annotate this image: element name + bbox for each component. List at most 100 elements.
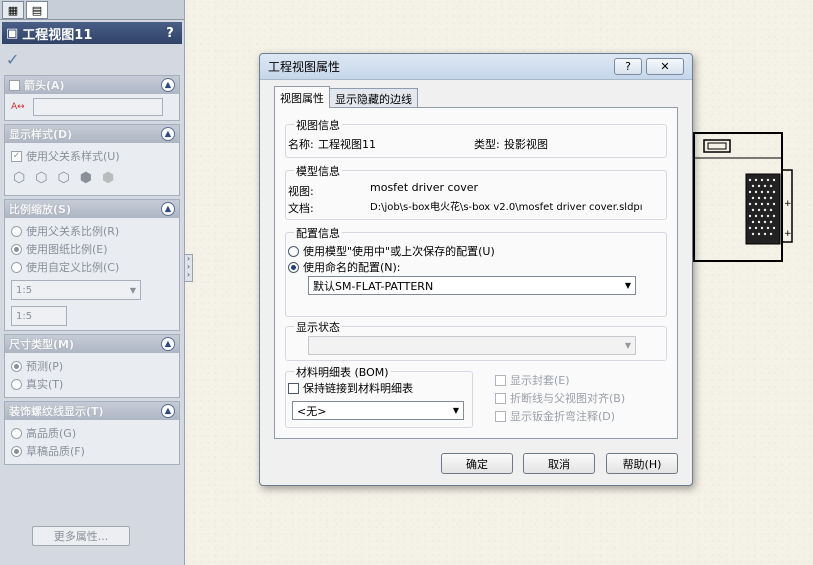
view-properties-pane: 视图信息 名称: 工程视图11 类型: 投影视图 模型信息 视图: mosfet… <box>274 107 678 439</box>
sheetmetal-notes-option[interactable]: 显示钣金折弯注释(D) <box>495 408 615 424</box>
projected-radio[interactable] <box>11 360 22 372</box>
chevron-down-icon: ▼ <box>624 281 632 290</box>
svg-text:+: + <box>784 199 792 209</box>
drawing-view-icon: ▣ <box>6 25 19 41</box>
true-radio[interactable] <box>11 378 22 390</box>
type-value: 投影视图 <box>504 138 548 151</box>
named-config-select[interactable]: 默认SM-FLAT-PATTERN ▼ <box>308 276 636 295</box>
collapse-icon[interactable]: ▲ <box>161 127 175 141</box>
show-envelope-checkbox[interactable] <box>495 374 506 386</box>
display-state-select[interactable]: ▼ <box>308 336 636 355</box>
view-value: mosfet driver cover <box>370 181 479 194</box>
arrow-group: 箭头(A) ▲ A↔ <box>4 75 180 121</box>
config-named-radio[interactable] <box>288 261 299 273</box>
arrow-checkbox[interactable] <box>9 79 20 91</box>
bom-select[interactable]: <无> ▼ <box>292 401 464 420</box>
ok-check-icon[interactable]: ✓ <box>0 46 184 72</box>
collapse-icon[interactable]: ▲ <box>161 202 175 216</box>
ok-button[interactable]: 确定 <box>441 453 513 474</box>
collapse-icon[interactable]: ▲ <box>161 337 175 351</box>
more-properties-button[interactable]: 更多属性... <box>32 526 130 546</box>
dialog-help-button[interactable]: ? <box>614 58 642 75</box>
show-envelope-option[interactable]: 显示封套(E) <box>495 372 570 388</box>
dimension-type-group: 尺寸类型(M) ▲ 预测(P) 真实(T) <box>4 334 180 398</box>
scale-group: 比例缩放(S) ▲ 使用父关系比例(R) 使用图纸比例(E) 使用自定义比例(C… <box>4 199 180 331</box>
document-label: 文档: <box>288 202 314 215</box>
scale-sheet-label: 使用图纸比例(E) <box>26 243 108 256</box>
drawing-view-graphic[interactable]: + + <box>686 128 796 264</box>
type-label: 类型: <box>474 138 500 151</box>
draft-quality-label: 草稿品质(F) <box>26 445 85 458</box>
align-break-checkbox[interactable] <box>495 392 506 404</box>
feature-tree-tab[interactable]: ▦ <box>2 1 24 19</box>
dialog-tabs: 视图属性 显示隐藏的边线 <box>274 86 418 108</box>
scale-custom-radio[interactable] <box>11 261 22 273</box>
model-info-group: 模型信息 视图: mosfet driver cover 文档: D:\job\… <box>285 163 667 220</box>
dialog-close-button[interactable]: ✕ <box>646 58 684 75</box>
view-info-legend: 视图信息 <box>294 117 342 133</box>
config-in-use-radio[interactable] <box>288 245 299 257</box>
svg-text:+: + <box>784 229 792 239</box>
sheetmetal-notes-label: 显示钣金折弯注释(D) <box>510 410 616 423</box>
config-info-legend: 配置信息 <box>294 225 342 241</box>
tab-view-properties[interactable]: 视图属性 <box>274 86 330 108</box>
arrow-group-header[interactable]: 箭头(A) ▲ <box>5 76 179 94</box>
dimension-type-header[interactable]: 尺寸类型(M) ▲ <box>5 335 179 353</box>
projected-label: 预测(P) <box>26 360 64 373</box>
scale-input[interactable]: 1:5 <box>11 306 67 326</box>
chevron-down-icon: ▼ <box>452 406 460 415</box>
bom-legend: 材料明细表 (BOM) <box>294 364 391 380</box>
drawing-view-properties-dialog: 工程视图属性 ? ✕ 视图属性 显示隐藏的边线 视图信息 名称: 工程视图11 … <box>259 53 693 486</box>
panel-tabs: ▦ ▤ <box>0 0 184 20</box>
use-parent-style-label: 使用父关系样式(U) <box>26 150 120 163</box>
panel-header: ▣ 工程视图11 ? <box>2 22 182 44</box>
help-icon[interactable]: ? <box>162 26 178 41</box>
thread-display-group: 装饰螺纹线显示(T) ▲ 高品质(G) 草稿品质(F) <box>4 401 180 465</box>
tab-show-hidden-edges[interactable]: 显示隐藏的边线 <box>329 88 418 108</box>
true-label: 真实(T) <box>26 378 64 391</box>
scale-sheet-radio[interactable] <box>11 243 22 255</box>
config-named-option[interactable]: 使用命名的配置(N): <box>288 259 401 275</box>
display-style-group: 显示样式(D) ▲ ✓ 使用父关系样式(U) ⬡ ⬡ ⬡ ⬢ ⬢ <box>4 124 180 196</box>
config-in-use-label: 使用模型"使用中"或上次保存的配置(U) <box>303 245 495 258</box>
config-in-use-option[interactable]: 使用模型"使用中"或上次保存的配置(U) <box>288 243 495 259</box>
scale-parent-label: 使用父关系比例(R) <box>26 225 120 238</box>
panel-splitter-handle[interactable]: › › › <box>184 254 193 282</box>
keep-link-option[interactable]: 保持链接到材料明细表 <box>288 380 413 396</box>
scale-parent-radio[interactable] <box>11 225 22 237</box>
collapse-icon[interactable]: ▲ <box>161 78 175 92</box>
draft-quality-radio[interactable] <box>11 445 22 457</box>
use-parent-style-checkbox[interactable]: ✓ <box>11 150 22 162</box>
property-manager-panel: ▦ ▤ ▣ 工程视图11 ? ✓ 箭头(A) ▲ A↔ 显示样式(D) ▲ ✓ 使… <box>0 0 185 565</box>
name-value: 工程视图11 <box>318 138 376 151</box>
scale-header[interactable]: 比例缩放(S) ▲ <box>5 200 179 218</box>
property-manager-tab[interactable]: ▤ <box>26 1 48 19</box>
high-quality-label: 高品质(G) <box>26 427 77 440</box>
align-break-option[interactable]: 折断线与父视图对齐(B) <box>495 390 625 406</box>
wireframe-icon[interactable]: ⬡ <box>13 170 25 186</box>
display-style-header[interactable]: 显示样式(D) ▲ <box>5 125 179 143</box>
scale-select-value: 1:5 <box>16 284 33 296</box>
tree-icon: ▦ <box>7 3 19 17</box>
dimension-type-title: 尺寸类型(M) <box>9 338 75 351</box>
chevron-down-icon: ▼ <box>129 285 136 295</box>
hidden-lines-visible-icon[interactable]: ⬡ <box>35 170 47 186</box>
keep-link-checkbox[interactable] <box>288 382 299 394</box>
high-quality-radio[interactable] <box>11 427 22 439</box>
hidden-lines-removed-icon[interactable]: ⬡ <box>57 170 69 186</box>
collapse-icon[interactable]: ▲ <box>161 404 175 418</box>
shaded-icon[interactable]: ⬢ <box>102 170 114 186</box>
arrow-label-field[interactable] <box>33 98 163 116</box>
dialog-titlebar[interactable]: 工程视图属性 ? ✕ <box>260 54 692 80</box>
chevron-down-icon: ▼ <box>624 341 632 350</box>
help-button[interactable]: 帮助(H) <box>606 453 678 474</box>
display-style-title: 显示样式(D) <box>9 128 73 141</box>
scale-select[interactable]: 1:5 ▼ <box>11 280 141 300</box>
cancel-button[interactable]: 取消 <box>523 453 595 474</box>
shaded-edges-icon[interactable]: ⬢ <box>80 170 92 186</box>
thread-display-header[interactable]: 装饰螺纹线显示(T) ▲ <box>5 402 179 420</box>
bom-group: 材料明细表 (BOM) 保持链接到材料明细表 <无> ▼ <box>285 364 473 428</box>
name-label: 名称: <box>288 138 314 151</box>
properties-icon: ▤ <box>31 3 43 17</box>
sheetmetal-notes-checkbox[interactable] <box>495 410 506 422</box>
